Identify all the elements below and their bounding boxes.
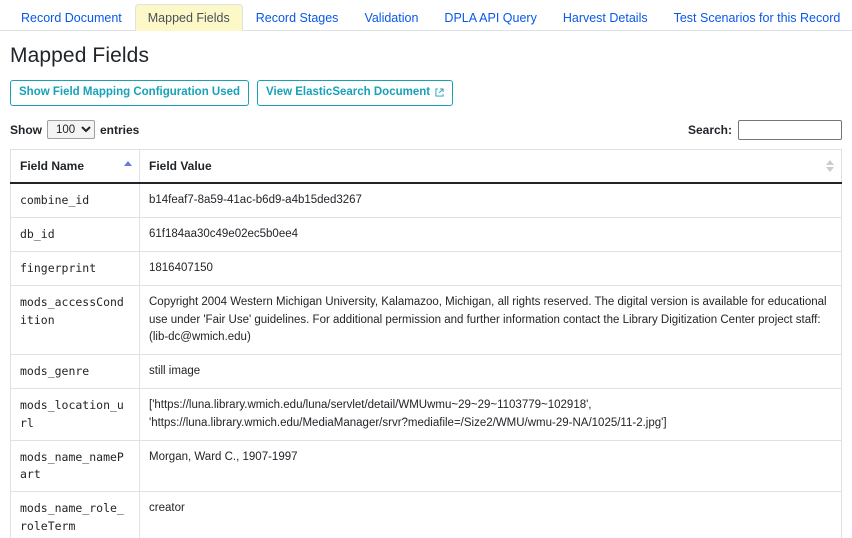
field-name-cell: mods_accessCondition: [10, 285, 140, 355]
show-field-mapping-configuration-button[interactable]: Show Field Mapping Configuration Used: [10, 80, 250, 106]
page-title: Mapped Fields: [10, 44, 150, 67]
entries-label: entries: [100, 122, 140, 137]
table-row: db_id 61f184aa30c49e02ec5b0ee4: [10, 216, 842, 252]
field-value-cell: 1816407150: [139, 251, 842, 286]
table-row: mods_location_url ['https://luna.library…: [10, 388, 842, 441]
field-value-cell: Copyright 2004 Western Michigan Universi…: [139, 285, 842, 355]
tab-test-scenarios[interactable]: Test Scenarios for this Record: [661, 4, 852, 31]
field-name-cell: mods_genre: [10, 354, 140, 389]
table-row: mods_accessCondition Copyright 2004 West…: [10, 285, 842, 355]
field-name-cell: fingerprint: [10, 251, 140, 286]
column-header-field-name-label: Field Name: [20, 158, 85, 173]
field-value-cell: Morgan, Ward C., 1907-1997: [139, 439, 842, 492]
table-header-row: Field Name Field Value: [10, 149, 842, 184]
field-name-cell: mods_name_role_roleTerm: [10, 491, 140, 538]
action-button-row: Show Field Mapping Configuration Used Vi…: [10, 80, 852, 106]
table-row: mods_name_role_roleTerm creator: [10, 491, 842, 538]
mapped-fields-table: Field Name Field Value combine_id b14fea…: [10, 148, 842, 538]
table-search-control: Search:: [687, 119, 842, 140]
table-row: mods_name_namePart Morgan, Ward C., 1907…: [10, 439, 842, 492]
field-value-cell: b14feaf7-8a59-41ac-b6d9-a4b15ded3267: [139, 182, 842, 218]
field-name-cell: mods_location_url: [10, 388, 140, 441]
field-value-cell: 61f184aa30c49e02ec5b0ee4: [139, 216, 842, 252]
field-value-cell: ['https://luna.library.wmich.edu/luna/se…: [139, 388, 842, 441]
tab-dpla-api-query[interactable]: DPLA API Query: [431, 4, 549, 31]
table-row: fingerprint 1816407150: [10, 251, 842, 286]
table-body: combine_id b14feaf7-8a59-41ac-b6d9-a4b15…: [10, 182, 842, 538]
search-input[interactable]: [738, 119, 842, 140]
tab-validation[interactable]: Validation: [351, 4, 431, 31]
table-head: Field Name Field Value: [10, 149, 842, 184]
page-length-select[interactable]: 100: [47, 120, 95, 140]
field-value-cell: creator: [139, 491, 842, 538]
sort-ascending-icon: [124, 160, 132, 172]
external-link-icon: [435, 88, 444, 97]
table-row: combine_id b14feaf7-8a59-41ac-b6d9-a4b15…: [10, 182, 842, 218]
tab-record-stages[interactable]: Record Stages: [243, 4, 352, 31]
sort-both-icon: [826, 159, 834, 172]
column-header-field-name[interactable]: Field Name: [10, 149, 140, 184]
field-value-cell: still image: [139, 354, 842, 389]
show-label: Show: [10, 122, 42, 137]
field-name-cell: mods_name_namePart: [10, 439, 140, 492]
page-length-control: Show 100 entries: [10, 120, 140, 140]
column-header-field-value[interactable]: Field Value: [139, 149, 842, 184]
column-header-field-value-label: Field Value: [149, 158, 212, 173]
view-elasticsearch-document-button[interactable]: View ElasticSearch Document: [257, 80, 454, 106]
tab-mapped-fields[interactable]: Mapped Fields: [134, 4, 243, 31]
field-name-cell: db_id: [10, 216, 140, 252]
table-controls: Show 100 entries Search:: [10, 118, 842, 142]
search-label: Search:: [687, 122, 732, 137]
show-field-mapping-configuration-label: Show Field Mapping Configuration Used: [19, 86, 241, 98]
tab-record-document[interactable]: Record Document: [8, 4, 135, 31]
record-tab-bar: Record Document Mapped Fields Record Sta…: [0, 0, 852, 31]
table-row: mods_genre still image: [10, 354, 842, 389]
field-name-cell: combine_id: [10, 182, 140, 218]
view-elasticsearch-document-label: View ElasticSearch Document: [266, 86, 431, 98]
mapped-fields-table-wrapper: Field Name Field Value combine_id b14fea…: [10, 148, 842, 538]
tab-harvest-details[interactable]: Harvest Details: [550, 4, 661, 31]
